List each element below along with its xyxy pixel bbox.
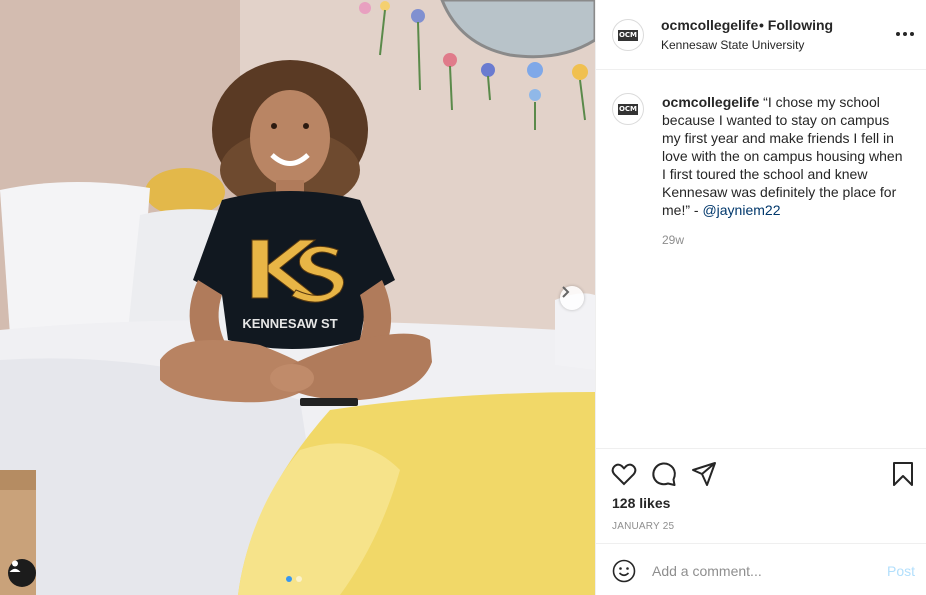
post-side-panel: OCM ocmcollegelife • Following Kennesaw … (595, 0, 926, 595)
comment-icon[interactable] (650, 460, 678, 488)
avatar[interactable]: OCM (612, 19, 644, 51)
next-image-button[interactable] (560, 286, 584, 310)
avatar-logo: OCM (617, 29, 639, 41)
caption-username[interactable]: ocmcollegelife (662, 94, 759, 110)
post-photo[interactable]: KENNESAW ST (0, 0, 595, 595)
caption-avatar[interactable]: OCM (612, 93, 644, 125)
caption-text: “I chose my school because I wanted to s… (662, 94, 903, 218)
post-caption: ocmcollegelife “I chose my school becaus… (662, 93, 910, 219)
share-icon[interactable] (690, 460, 718, 488)
comment-input[interactable] (652, 559, 872, 583)
heart-icon[interactable] (610, 460, 638, 488)
dorm-room-photo: KENNESAW ST (0, 0, 595, 595)
post-date: JANUARY 25 (612, 521, 675, 532)
user-tag-icon (9, 560, 21, 572)
following-button[interactable]: • Following (759, 17, 833, 33)
bookmark-icon[interactable] (889, 460, 917, 488)
chevron-right-icon (562, 286, 570, 298)
post-actions: 128 likes JANUARY 25 (596, 448, 926, 543)
carousel-indicator (286, 576, 302, 582)
shirt-text: KENNESAW ST (242, 316, 337, 331)
emoji-icon[interactable] (612, 559, 636, 583)
likes-count[interactable]: 128 likes (612, 495, 670, 511)
post-header: OCM ocmcollegelife • Following Kennesaw … (596, 0, 926, 70)
carousel-dot (296, 576, 302, 582)
caption-mention-link[interactable]: @jayniem22 (702, 202, 780, 218)
more-options-icon[interactable] (896, 26, 918, 42)
carousel-dot-active (286, 576, 292, 582)
username-link[interactable]: ocmcollegelife (661, 17, 758, 33)
location-link[interactable]: Kennesaw State University (661, 38, 804, 52)
post-comment-button[interactable]: Post (887, 563, 915, 579)
add-comment-bar: Post (596, 543, 926, 595)
avatar-logo: OCM (617, 103, 639, 115)
user-tag-button[interactable] (8, 559, 36, 587)
post-time-ago: 29w (662, 233, 685, 247)
